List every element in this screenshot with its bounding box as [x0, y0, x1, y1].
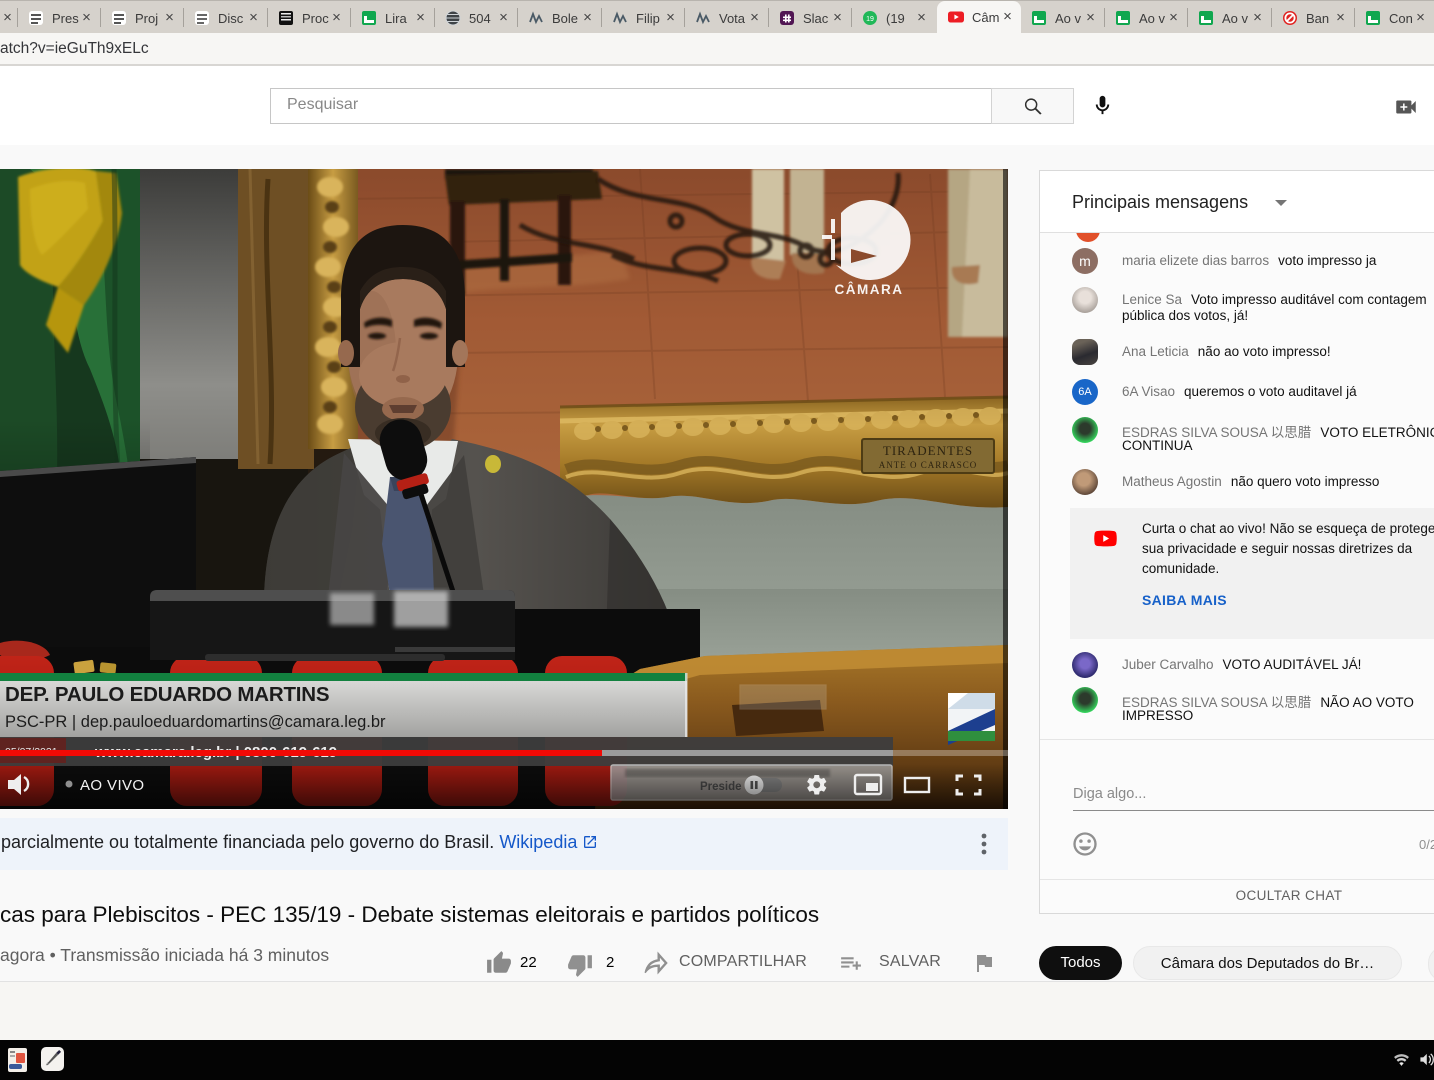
svg-text:PSC-PR | dep.pauloeduardomarti: PSC-PR | dep.pauloeduardomartins@camara.… — [5, 713, 386, 731]
svg-text:TIRADENTES: TIRADENTES — [883, 443, 973, 458]
svg-text:19: 19 — [866, 16, 874, 23]
svg-text:AO VIVO: AO VIVO — [80, 777, 145, 794]
svg-text:DEP. PAULO EDUARDO MARTINS: DEP. PAULO EDUARDO MARTINS — [5, 683, 329, 706]
svg-text:CÂMARA: CÂMARA — [835, 282, 904, 297]
svg-text:ANTE O CARRASCO: ANTE O CARRASCO — [879, 460, 978, 470]
